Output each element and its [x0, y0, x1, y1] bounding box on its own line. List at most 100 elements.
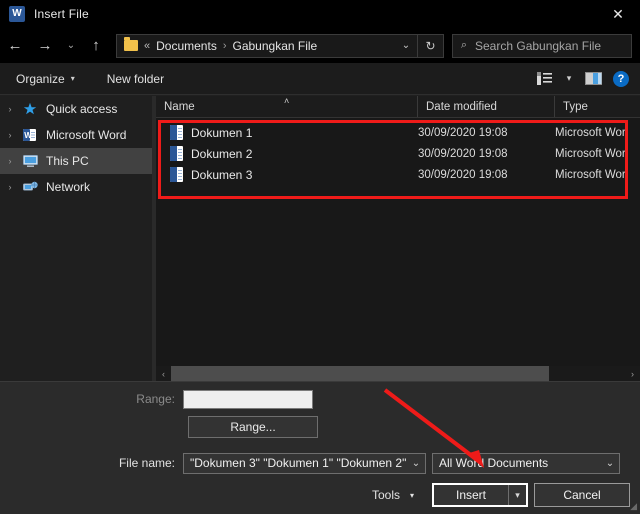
sidebar-item-this-pc[interactable]: › This PC: [0, 148, 152, 174]
insert-split-button[interactable]: Insert ▾: [432, 483, 528, 507]
sidebar-item-label: Network: [46, 180, 91, 194]
chevron-right-icon[interactable]: ›: [0, 130, 20, 140]
navigation-pane: › Quick access › W Microsoft Word › This…: [0, 96, 152, 381]
file-name-cell: Dokumen 3: [156, 167, 418, 182]
breadcrumb-item-documents[interactable]: Documents: [156, 39, 217, 53]
file-type-cell: Microsoft Wor: [555, 147, 626, 160]
forward-icon[interactable]: →: [30, 31, 60, 61]
filetype-combobox[interactable]: All Word Documents ⌄: [432, 452, 620, 474]
horizontal-scrollbar[interactable]: ‹ ›: [156, 366, 640, 381]
scrollbar-track[interactable]: [171, 366, 625, 381]
action-buttons: Tools ▾ Insert ▾ Cancel: [0, 482, 640, 508]
insert-dropdown-icon[interactable]: ▾: [508, 485, 526, 505]
star-glyph: [23, 102, 37, 115]
file-name-label: Dokumen 2: [191, 146, 253, 161]
range-button[interactable]: Range...: [188, 416, 318, 438]
tools-button[interactable]: Tools ▾: [368, 483, 418, 507]
dialog-footer: Range: Range... File name: "Dokumen 3" "…: [0, 381, 640, 514]
back-icon[interactable]: ←: [0, 31, 30, 61]
window-title: Insert File: [34, 7, 89, 21]
word-document-icon: [170, 146, 183, 161]
range-input[interactable]: [183, 389, 313, 409]
help-button[interactable]: ?: [608, 66, 634, 92]
word-icon: W: [20, 127, 40, 143]
folder-icon: [124, 37, 138, 51]
filetype-value: All Word Documents: [439, 456, 549, 470]
preview-pane-glyph: [584, 72, 602, 85]
table-row[interactable]: Dokumen 1 30/09/2020 19:08 Microsoft Wor: [156, 122, 640, 143]
star-icon: [20, 101, 40, 117]
filename-value: "Dokumen 3" "Dokumen 1" "Dokumen 2": [190, 456, 407, 470]
file-date-cell: 30/09/2020 19:08: [418, 147, 508, 160]
network-icon: [20, 179, 40, 195]
filename-combobox[interactable]: "Dokumen 3" "Dokumen 1" "Dokumen 2" ⌄: [183, 452, 426, 474]
organize-label: Organize: [16, 71, 65, 86]
organize-button[interactable]: Organize ▾: [8, 63, 83, 94]
help-icon: ?: [613, 70, 629, 87]
insert-file-dialog: W Insert File ✕ ← → ⌄ ↑ « Documents › Ga…: [0, 0, 640, 514]
file-type-cell: Microsoft Wor: [555, 168, 626, 181]
insert-button[interactable]: Insert: [434, 485, 508, 505]
file-name-cell: Dokumen 1: [156, 125, 418, 140]
filename-label: File name:: [118, 456, 175, 470]
recent-locations-icon[interactable]: ⌄: [60, 31, 82, 61]
breadcrumb[interactable]: « Documents › Gabungkan File ⌄ ↻: [116, 33, 444, 58]
new-folder-label: New folder: [106, 71, 165, 86]
new-folder-button[interactable]: New folder: [99, 63, 172, 94]
address-bar: ← → ⌄ ↑ « Documents › Gabungkan File ⌄ ↻…: [0, 28, 640, 63]
up-icon[interactable]: ↑: [82, 31, 110, 61]
sidebar-item-label: Quick access: [46, 102, 118, 116]
view-layout-icon[interactable]: [532, 66, 558, 92]
table-row[interactable]: Dokumen 3 30/09/2020 19:08 Microsoft Wor: [156, 164, 640, 185]
word-app-icon: W: [9, 6, 25, 22]
file-type-cell: Microsoft Wor: [555, 126, 626, 139]
breadcrumb-item-gabungkan-file[interactable]: Gabungkan File: [233, 39, 318, 53]
sidebar-item-label: This PC: [46, 154, 89, 168]
scroll-right-icon[interactable]: ›: [625, 366, 640, 381]
close-icon[interactable]: ✕: [596, 0, 640, 28]
file-name-cell: Dokumen 2: [156, 146, 418, 161]
range-row: Range:: [0, 388, 640, 410]
view-caret-icon[interactable]: ▾: [560, 66, 578, 92]
word-document-icon: [170, 125, 183, 140]
cancel-button[interactable]: Cancel: [534, 483, 630, 507]
range-label: Range:: [136, 392, 175, 406]
breadcrumb-overflow-icon[interactable]: «: [144, 40, 150, 52]
column-header-date-modified[interactable]: Date modified: [418, 96, 555, 117]
sidebar-item-microsoft-word[interactable]: › W Microsoft Word: [0, 122, 152, 148]
chevron-right-icon[interactable]: ›: [0, 104, 20, 114]
file-name-label: Dokumen 3: [191, 167, 253, 182]
column-header-type[interactable]: Type: [555, 96, 640, 117]
scroll-left-icon[interactable]: ‹: [156, 366, 171, 381]
refresh-icon[interactable]: ↻: [417, 34, 443, 57]
breadcrumb-separator-icon: ›: [222, 39, 227, 52]
chevron-down-icon: ▾: [409, 490, 414, 500]
file-list-pane: Name Date modified Type ˄ Dokumen 1 30/0…: [156, 96, 640, 381]
word-document-icon: [170, 167, 183, 182]
title-bar: W Insert File ✕: [0, 0, 640, 28]
resize-grip-icon[interactable]: ◢: [630, 501, 637, 512]
monitor-icon: [20, 153, 40, 169]
chevron-right-icon[interactable]: ›: [0, 182, 20, 192]
view-controls: ▾ ?: [532, 63, 634, 94]
chevron-down-icon: ▾: [70, 74, 75, 83]
file-date-cell: 30/09/2020 19:08: [418, 126, 508, 139]
tools-label: Tools: [371, 488, 400, 502]
chevron-right-icon[interactable]: ›: [0, 156, 20, 166]
chevron-down-icon[interactable]: ⌄: [395, 35, 417, 57]
monitor-glyph: [22, 155, 38, 167]
sidebar-item-quick-access[interactable]: › Quick access: [0, 96, 152, 122]
sidebar-item-network[interactable]: › Network: [0, 174, 152, 200]
sort-ascending-icon: ˄: [284, 96, 290, 106]
word-icon-letter: W: [12, 8, 22, 19]
table-row[interactable]: Dokumen 2 30/09/2020 19:08 Microsoft Wor: [156, 143, 640, 164]
scrollbar-thumb[interactable]: [171, 366, 549, 381]
file-name-label: Dokumen 1: [191, 125, 253, 140]
search-placeholder: Search Gabungkan File: [475, 38, 602, 53]
search-input[interactable]: ⌕ Search Gabungkan File: [452, 33, 632, 58]
chevron-down-icon[interactable]: ⌄: [601, 454, 619, 473]
command-bar: Organize ▾ New folder ▾ ?: [0, 63, 640, 95]
search-icon: ⌕: [460, 39, 468, 51]
chevron-down-icon[interactable]: ⌄: [407, 454, 425, 473]
preview-pane-icon[interactable]: [580, 66, 606, 92]
